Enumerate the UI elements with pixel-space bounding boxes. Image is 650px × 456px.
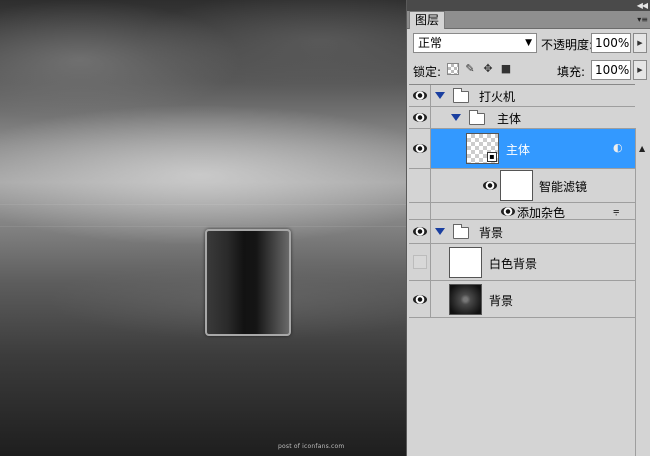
folder-icon	[469, 110, 485, 125]
layer-name: 背景	[489, 294, 514, 308]
layer-row-smart-filters[interactable]: 智能滤镜	[409, 169, 635, 203]
smart-filter-indicator-icon[interactable]: ◐	[613, 141, 623, 154]
visibility-cell[interactable]	[409, 220, 431, 243]
horizon-line	[0, 204, 406, 205]
lock-image-pixels-brush-icon[interactable]: ✎	[464, 63, 476, 75]
chevron-down-icon: ▼	[525, 38, 532, 48]
folder-icon	[453, 88, 469, 103]
lock-label: 锁定:	[413, 65, 442, 79]
scroll-up-arrow-icon[interactable]: ▲	[639, 144, 645, 153]
layer-row-group-lighter[interactable]: 打火机	[409, 85, 635, 107]
fill-slider-button[interactable]: ▶	[633, 60, 647, 80]
eye-icon[interactable]	[413, 91, 427, 100]
blend-mode-select[interactable]: 正常 ▼	[413, 33, 537, 53]
layer-name: 添加杂色	[517, 206, 566, 220]
layer-thumbnail: ▪	[466, 133, 499, 164]
visibility-cell	[409, 169, 431, 202]
layer-row-white-background[interactable]: 白色背景	[409, 244, 635, 281]
layer-name: 智能滤镜	[539, 180, 588, 194]
opacity-input[interactable]: 100%	[591, 33, 631, 53]
layer-row-smart-object-selected[interactable]: ▪ 主体 ◐	[409, 129, 635, 169]
filter-blending-options-icon[interactable]: ⩦	[613, 204, 619, 218]
visibility-cell[interactable]	[409, 129, 431, 168]
opacity-label: 不透明度:	[541, 38, 594, 52]
lighter-body-shape	[205, 229, 291, 336]
lock-transparent-pixels-icon[interactable]	[447, 63, 459, 75]
layer-thumbnail	[449, 247, 482, 278]
fill-input[interactable]: 100%	[591, 60, 631, 80]
panel-title-bar: ◀◀	[407, 0, 650, 11]
tab-layers[interactable]: 图层	[409, 11, 445, 29]
layer-row-background[interactable]: 背景	[409, 281, 635, 318]
visibility-cell[interactable]	[409, 244, 431, 280]
folder-icon	[453, 224, 469, 239]
layer-row-group-body[interactable]: 主体	[409, 107, 635, 129]
filter-mask-thumbnail	[500, 170, 533, 201]
double-chevron-right-icon[interactable]: ◀◀	[637, 0, 648, 11]
panel-menu-icon[interactable]: ▾≡	[637, 15, 648, 24]
expand-triangle-icon[interactable]	[451, 114, 461, 121]
layers-list: 打火机 主体 ▪ 主体 ◐ 智能滤镜 添加杂色 ⩦ 背景 白色背景 背景	[409, 84, 635, 456]
eye-icon[interactable]	[413, 113, 427, 122]
smart-object-badge-icon: ▪	[487, 152, 497, 162]
layer-name: 主体	[497, 112, 522, 126]
visibility-cell[interactable]	[409, 85, 431, 106]
layer-row-filter-add-noise[interactable]: 添加杂色 ⩦	[409, 203, 635, 220]
expand-triangle-icon[interactable]	[435, 228, 445, 235]
layer-name: 主体	[506, 143, 531, 157]
water-line	[0, 226, 406, 227]
eye-icon[interactable]	[413, 144, 427, 153]
lock-all-icon[interactable]: ■	[500, 63, 512, 75]
layer-row-group-background[interactable]: 背景	[409, 220, 635, 244]
expand-triangle-icon[interactable]	[435, 92, 445, 99]
fill-label: 填充:	[557, 65, 586, 79]
visibility-cell[interactable]	[409, 281, 431, 317]
eye-icon[interactable]	[413, 227, 427, 236]
layer-thumbnail	[449, 284, 482, 315]
layer-name: 背景	[479, 226, 504, 240]
lock-position-move-icon[interactable]: ✥	[482, 63, 494, 75]
visibility-off-box[interactable]	[413, 255, 427, 269]
visibility-cell[interactable]	[409, 107, 431, 128]
layers-panel: ◀◀ 图层 ▾≡ 正常 ▼ 不透明度: 100% ▶ 锁定: ✎ ✥ ■ 填充:…	[406, 0, 650, 456]
opacity-slider-button[interactable]: ▶	[633, 33, 647, 53]
eye-icon[interactable]	[483, 181, 497, 190]
blend-mode-value: 正常	[418, 36, 443, 50]
layer-name: 白色背景	[489, 257, 538, 271]
layers-scrollbar[interactable]: ▲	[635, 128, 650, 456]
watermark-text: post of iconfans.com	[278, 443, 345, 450]
eye-icon[interactable]	[413, 295, 427, 304]
panel-tab-bar: 图层 ▾≡	[407, 11, 650, 29]
layer-name: 打火机	[479, 90, 516, 104]
eye-icon[interactable]	[501, 207, 515, 216]
document-canvas[interactable]: post of iconfans.com	[0, 0, 406, 456]
visibility-cell	[409, 203, 431, 219]
